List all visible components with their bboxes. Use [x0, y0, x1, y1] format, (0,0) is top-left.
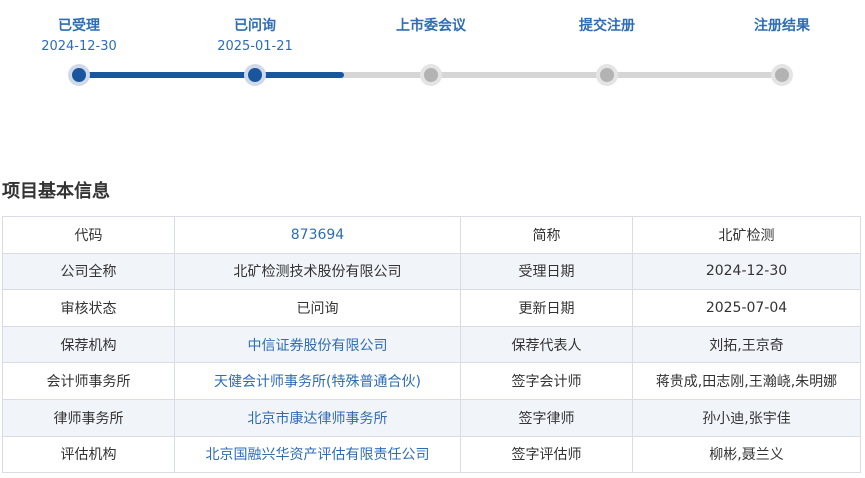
appraisal-firm-link[interactable]: 北京国融兴华资产评估有限责任公司 — [174, 435, 461, 474]
field-label: 审核状态 — [2, 289, 175, 327]
field-label: 保荐代表人 — [460, 325, 633, 364]
accounting-firm-link[interactable]: 天健会计师事务所(特殊普通合伙) — [174, 362, 461, 400]
step-dot-accepted — [68, 64, 90, 86]
step-title: 已受理 — [58, 18, 100, 34]
step-dot-registration-result — [771, 64, 793, 86]
step-inquired: 已问询 2025-01-21 — [185, 0, 325, 57]
table-row: 公司全称 北矿检测技术股份有限公司 受理日期 2024-12-30 — [2, 252, 861, 291]
step-submit-registration: 提交注册 — [537, 0, 677, 36]
field-label: 会计师事务所 — [2, 362, 175, 400]
step-date: 2025-01-21 — [217, 39, 293, 54]
field-value: 孙小迪,张宇佳 — [632, 398, 861, 437]
step-dot-submit-registration — [596, 64, 618, 86]
field-value: 2025-07-04 — [632, 289, 861, 327]
field-label: 签字律师 — [460, 398, 633, 437]
project-info-table: 代码 873694 简称 北矿检测 公司全称 北矿检测技术股份有限公司 受理日期… — [2, 216, 861, 474]
step-date: 2024-12-30 — [41, 39, 117, 54]
field-label: 签字会计师 — [460, 362, 633, 400]
table-row: 律师事务所 北京市康达律师事务所 签字律师 孙小迪,张宇佳 — [2, 398, 861, 437]
field-value: 蒋贵成,田志刚,王瀚峣,朱明娜 — [632, 362, 861, 400]
field-label: 代码 — [2, 216, 175, 254]
field-label: 保荐机构 — [2, 325, 175, 364]
field-label: 更新日期 — [460, 289, 633, 327]
law-firm-link[interactable]: 北京市康达律师事务所 — [174, 398, 461, 437]
field-value: 柳彬,聂兰义 — [632, 435, 861, 474]
field-label: 评估机构 — [2, 435, 175, 474]
field-value: 已问询 — [174, 289, 461, 327]
field-value: 北矿检测技术股份有限公司 — [174, 252, 461, 291]
field-value: 刘拓,王京奇 — [632, 325, 861, 364]
table-row: 审核状态 已问询 更新日期 2025-07-04 — [2, 289, 861, 327]
field-label: 公司全称 — [2, 252, 175, 291]
table-row: 代码 873694 简称 北矿检测 — [2, 216, 861, 254]
step-title: 注册结果 — [754, 18, 810, 34]
table-row: 会计师事务所 天健会计师事务所(特殊普通合伙) 签字会计师 蒋贵成,田志刚,王瀚… — [2, 362, 861, 400]
progress-track-completed — [79, 72, 344, 78]
step-dot-listing-committee — [420, 64, 442, 86]
step-title: 已问询 — [234, 18, 276, 34]
field-value: 北矿检测 — [632, 216, 861, 254]
section-title: 项目基本信息 — [2, 181, 110, 202]
table-row: 评估机构 北京国融兴华资产评估有限责任公司 签字评估师 柳彬,聂兰义 — [2, 435, 861, 474]
field-label: 签字评估师 — [460, 435, 633, 474]
field-label: 律师事务所 — [2, 398, 175, 437]
step-dot-inquired — [244, 64, 266, 86]
step-accepted: 已受理 2024-12-30 — [9, 0, 149, 57]
step-title: 提交注册 — [579, 18, 635, 34]
step-listing-committee: 上市委会议 — [361, 0, 501, 36]
table-row: 保荐机构 中信证券股份有限公司 保荐代表人 刘拓,王京奇 — [2, 325, 861, 364]
stock-code-link[interactable]: 873694 — [174, 216, 461, 254]
sponsor-link[interactable]: 中信证券股份有限公司 — [174, 325, 461, 364]
field-label: 简称 — [460, 216, 633, 254]
field-value: 2024-12-30 — [632, 252, 861, 291]
approval-progress: 已受理 2024-12-30 已问询 2025-01-21 上市委会议 提交注册… — [0, 0, 865, 100]
step-title: 上市委会议 — [396, 18, 466, 34]
step-registration-result: 注册结果 — [712, 0, 852, 36]
field-label: 受理日期 — [460, 252, 633, 291]
